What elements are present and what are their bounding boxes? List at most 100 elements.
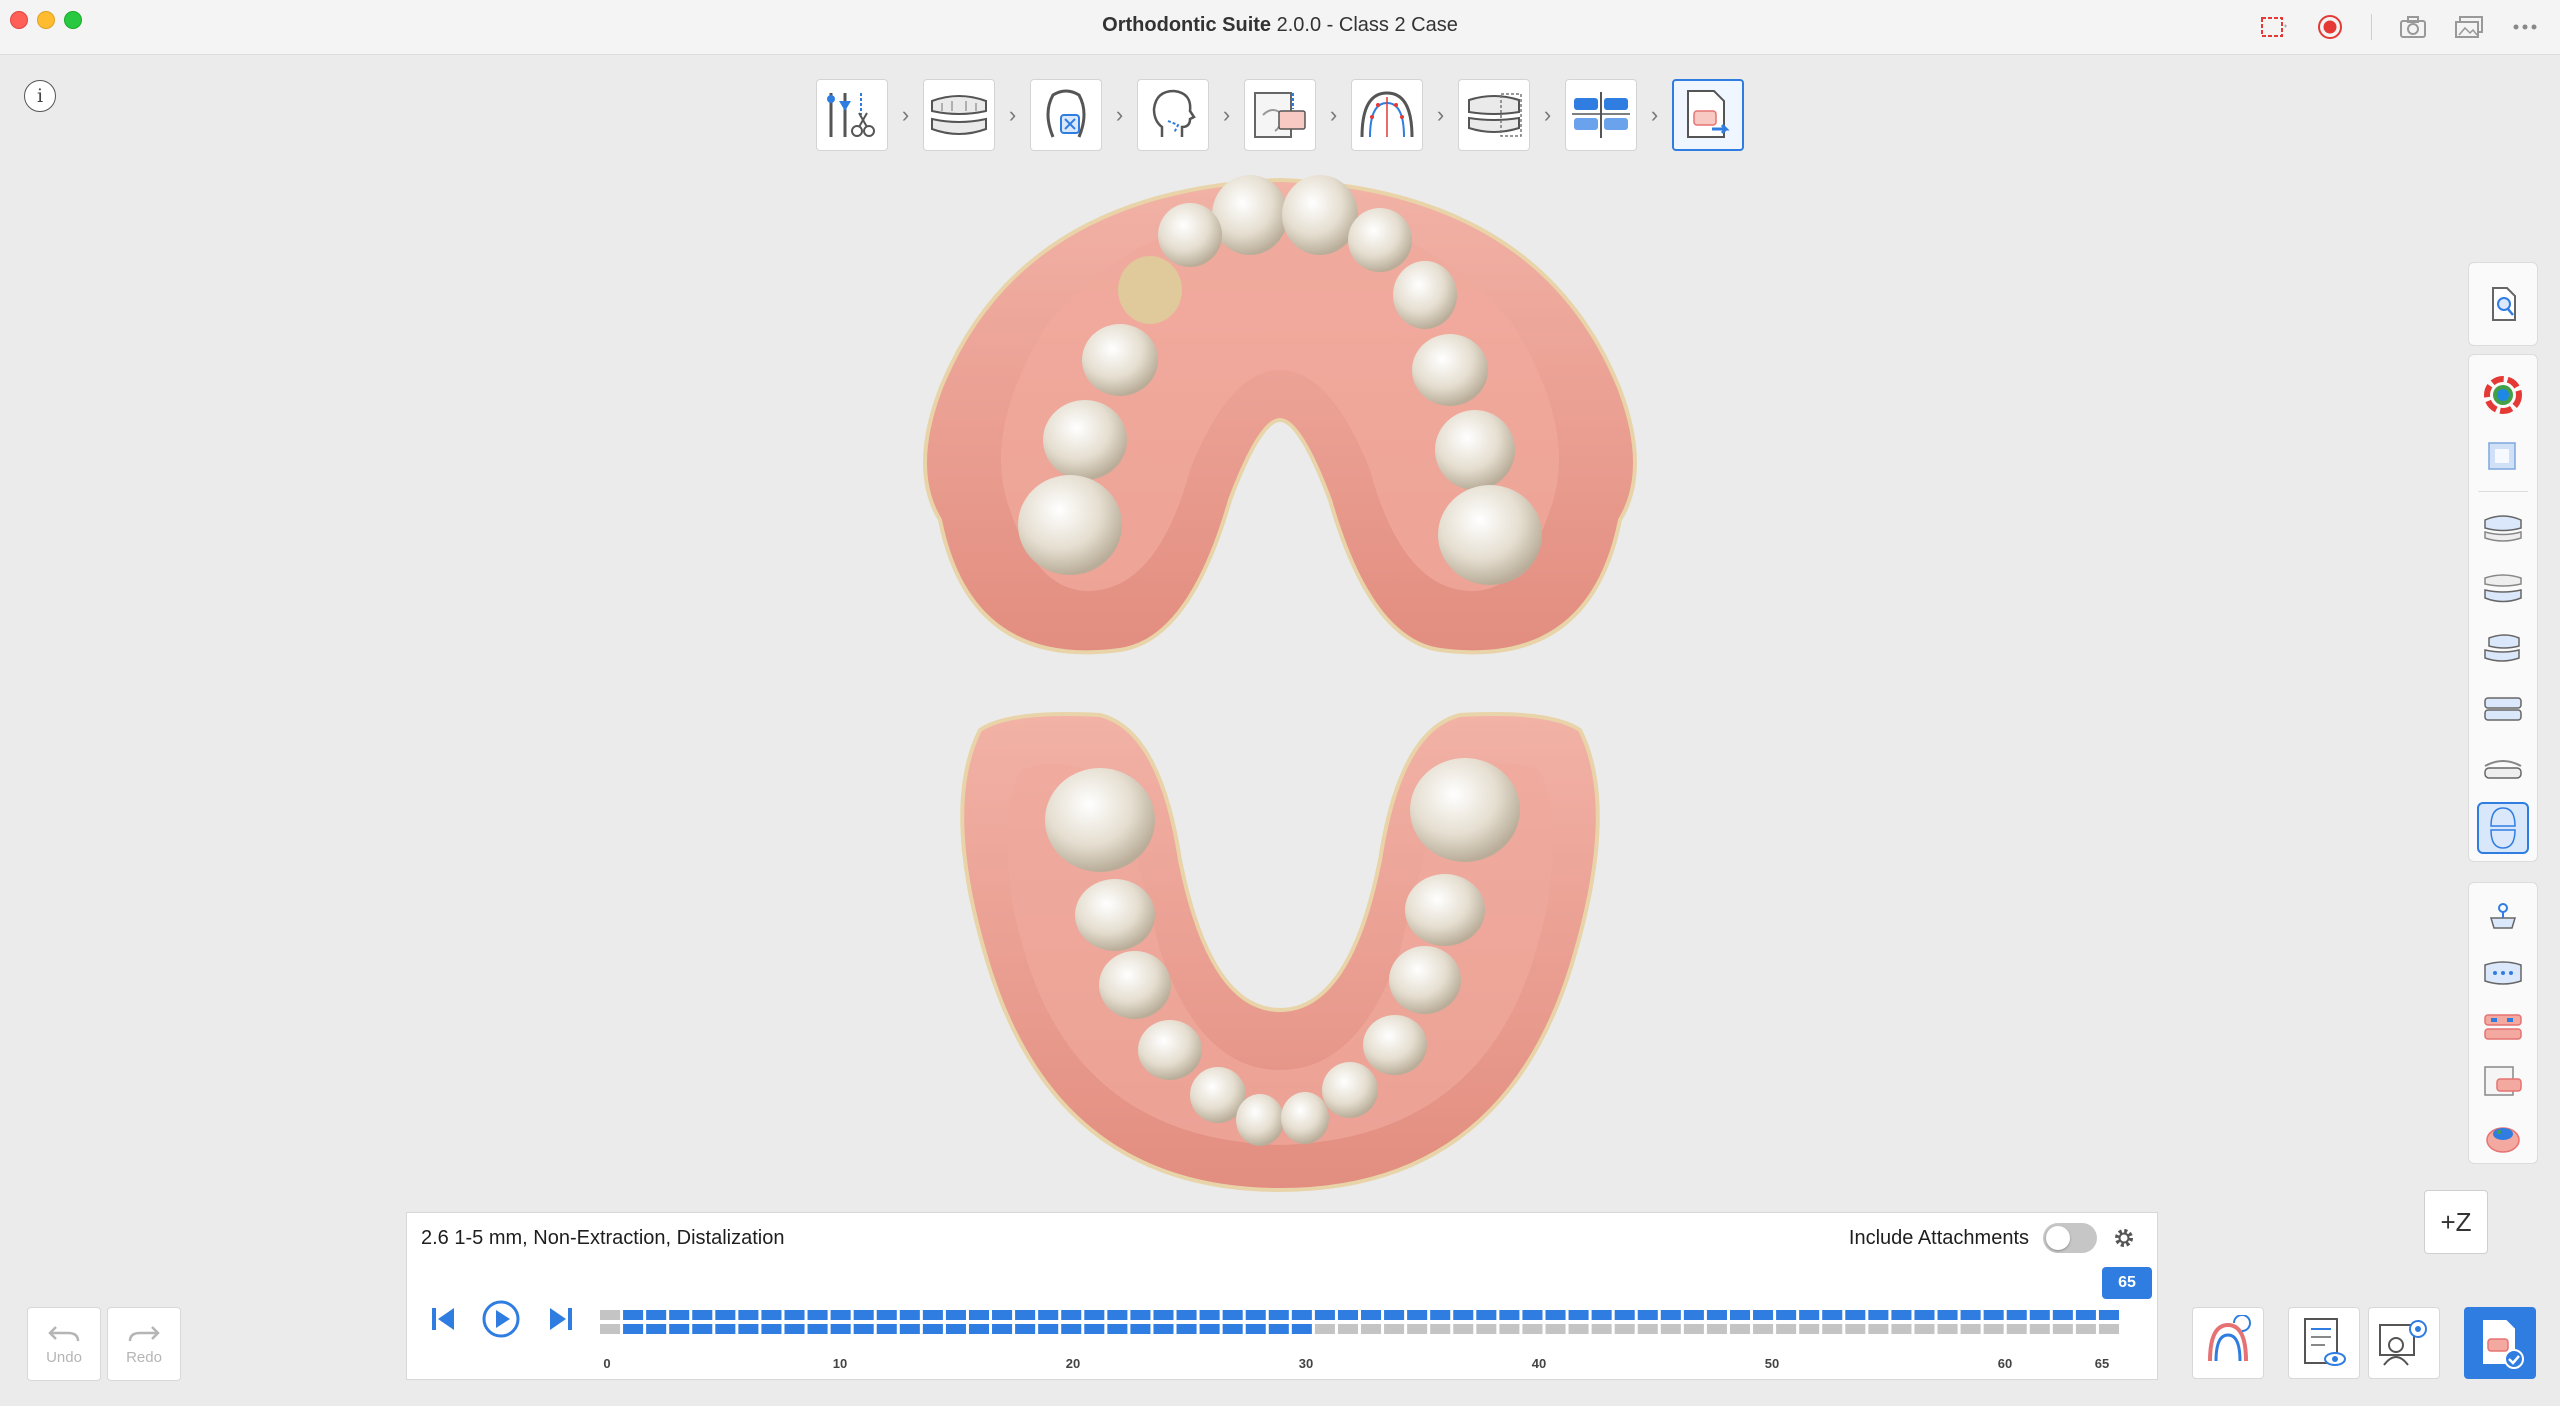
lower-stage-segment[interactable]	[1245, 1324, 1266, 1334]
lower-stage-segment[interactable]	[692, 1324, 713, 1334]
upper-stage-segment[interactable]	[853, 1310, 874, 1320]
more-icon[interactable]	[2510, 12, 2540, 42]
upper-stage-segment[interactable]	[623, 1310, 644, 1320]
upper-stage-segment[interactable]	[1407, 1310, 1428, 1320]
lower-stage-segment[interactable]	[1845, 1324, 1866, 1334]
lower-stage-segment[interactable]	[623, 1324, 644, 1334]
lower-stage-segment[interactable]	[945, 1324, 966, 1334]
upper-stage-segment[interactable]	[692, 1310, 713, 1320]
upper-stage-segment[interactable]	[715, 1310, 736, 1320]
upper-stage-segment[interactable]	[830, 1310, 851, 1320]
lower-stage-segment[interactable]	[1291, 1324, 1312, 1334]
upper-jaw[interactable]	[923, 175, 1637, 655]
undo-button[interactable]: Undo	[27, 1307, 101, 1381]
lower-stage-segment[interactable]	[899, 1324, 920, 1334]
upper-stage-segment[interactable]	[1914, 1310, 1935, 1320]
gum-icon[interactable]	[2477, 1113, 2529, 1159]
upper-stage-segment[interactable]	[922, 1310, 943, 1320]
lower-stage-segment[interactable]	[1430, 1324, 1451, 1334]
upper-stage-segment[interactable]	[669, 1310, 690, 1320]
info-button[interactable]: i	[24, 80, 56, 112]
occlusal-view-icon[interactable]	[2477, 802, 2529, 854]
lower-stage-segment[interactable]	[1153, 1324, 1174, 1334]
upper-stage-segment[interactable]	[2052, 1310, 2073, 1320]
upper-stage-segment[interactable]	[1222, 1310, 1243, 1320]
3d-viewport[interactable]	[900, 170, 1660, 1210]
upper-stage-segment[interactable]	[1199, 1310, 1220, 1320]
upper-stage-segment[interactable]	[1937, 1310, 1958, 1320]
color-map-icon[interactable]	[2477, 369, 2529, 421]
arch-form-icon[interactable]	[1351, 79, 1423, 151]
upper-stage-segment[interactable]	[1038, 1310, 1059, 1320]
lower-stage-segment[interactable]	[669, 1324, 690, 1334]
bite-ramp-icon[interactable]	[2477, 1058, 2529, 1104]
lower-stage-segment[interactable]	[853, 1324, 874, 1334]
lower-stage-segment[interactable]	[807, 1324, 828, 1334]
scan-import-icon[interactable]	[923, 79, 995, 151]
lower-stage-segment[interactable]	[1038, 1324, 1059, 1334]
record-icon[interactable]	[2315, 12, 2345, 42]
lower-stage-segment[interactable]	[830, 1324, 851, 1334]
upper-stage-segment[interactable]	[1822, 1310, 1843, 1320]
lower-stage-segment[interactable]	[2075, 1324, 2096, 1334]
report-preview-button[interactable]	[2288, 1307, 2360, 1379]
transparency-icon[interactable]	[2477, 429, 2529, 481]
lower-stage-segment[interactable]	[1706, 1324, 1727, 1334]
lower-stage-segment[interactable]	[1314, 1324, 1335, 1334]
lower-stage-segment[interactable]	[738, 1324, 759, 1334]
upper-stage-segment[interactable]	[1130, 1310, 1151, 1320]
upper-stage-segment[interactable]	[646, 1310, 667, 1320]
lower-stage-segment[interactable]	[1130, 1324, 1151, 1334]
lower-stage-segment[interactable]	[1084, 1324, 1105, 1334]
lower-stage-segment[interactable]	[1199, 1324, 1220, 1334]
export-finish-button[interactable]	[2464, 1307, 2536, 1379]
ipr-view-icon[interactable]	[2477, 949, 2529, 995]
upper-stage-segment[interactable]	[1799, 1310, 1820, 1320]
upper-stage-segment[interactable]	[1868, 1310, 1889, 1320]
lower-stage-segment[interactable]	[1591, 1324, 1612, 1334]
lower-stage-segment[interactable]	[1937, 1324, 1958, 1334]
upper-stage-segment[interactable]	[784, 1310, 805, 1320]
upper-stage-segment[interactable]	[1568, 1310, 1589, 1320]
both-jaws-view-icon[interactable]	[2477, 622, 2529, 674]
lower-jaw-view-icon[interactable]	[2477, 562, 2529, 614]
superimpose-icon[interactable]	[2477, 895, 2529, 941]
play-button[interactable]	[481, 1299, 521, 1339]
upper-stage-segment[interactable]	[1522, 1310, 1543, 1320]
upper-stage-segment[interactable]	[1499, 1310, 1520, 1320]
upper-stage-segment[interactable]	[1960, 1310, 1981, 1320]
lower-stage-segment[interactable]	[1868, 1324, 1889, 1334]
upper-stage-segment[interactable]	[1361, 1310, 1382, 1320]
upper-stage-segment[interactable]	[1107, 1310, 1128, 1320]
upper-stage-segment[interactable]	[1545, 1310, 1566, 1320]
lower-stage-segment[interactable]	[2098, 1324, 2119, 1334]
lower-stage-segment[interactable]	[1384, 1324, 1405, 1334]
upper-stage-segment[interactable]	[2006, 1310, 2027, 1320]
upper-stage-segment[interactable]	[1983, 1310, 2004, 1320]
lower-stage-segment[interactable]	[1960, 1324, 1981, 1334]
lower-stage-segment[interactable]	[1568, 1324, 1589, 1334]
upper-stage-segment[interactable]	[1776, 1310, 1797, 1320]
lower-stage-segment[interactable]	[1683, 1324, 1704, 1334]
tooth-segmentation-icon[interactable]	[1030, 79, 1102, 151]
upper-stage-segment[interactable]	[1637, 1310, 1658, 1320]
upper-stage-segment[interactable]	[807, 1310, 828, 1320]
skip-to-end-button[interactable]	[541, 1299, 581, 1339]
lower-stage-segment[interactable]	[1453, 1324, 1474, 1334]
lower-stage-segment[interactable]	[968, 1324, 990, 1334]
upper-stage-segment[interactable]	[1245, 1310, 1266, 1320]
lower-stage-segment[interactable]	[1476, 1324, 1497, 1334]
fullscreen-icon[interactable]	[2259, 12, 2289, 42]
upper-stage-segment[interactable]	[1337, 1310, 1358, 1320]
upper-stage-segment[interactable]	[1268, 1310, 1289, 1320]
upper-stage-segment[interactable]	[1291, 1310, 1312, 1320]
lower-stage-segment[interactable]	[2029, 1324, 2050, 1334]
upper-stage-segment[interactable]	[1153, 1310, 1174, 1320]
attachment-view-icon[interactable]	[2477, 1004, 2529, 1050]
face-profile-icon[interactable]	[1137, 79, 1209, 151]
jaw-side-view-icon[interactable]	[2477, 742, 2529, 794]
lower-stage-segment[interactable]	[1407, 1324, 1428, 1334]
upper-stage-segment[interactable]	[738, 1310, 759, 1320]
upper-stage-segment[interactable]	[2029, 1310, 2050, 1320]
lower-jaw[interactable]	[960, 712, 1600, 1193]
